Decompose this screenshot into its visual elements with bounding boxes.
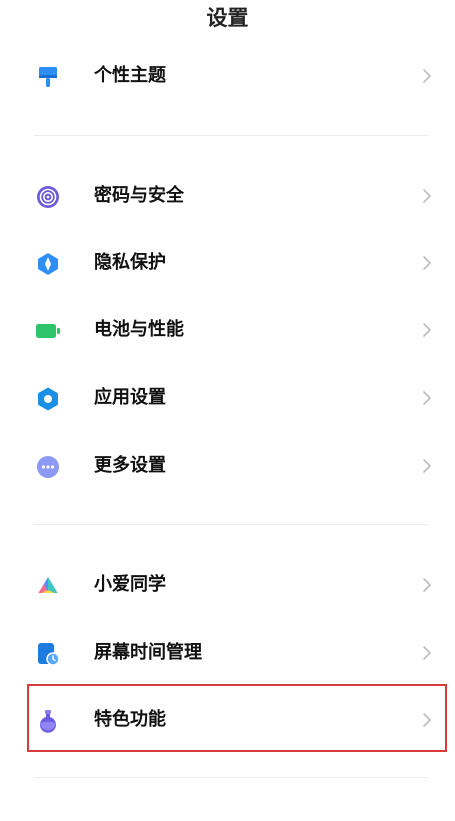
chevron-right-icon: [423, 578, 431, 592]
screen-time-icon: [38, 643, 60, 666]
chevron-right-icon: [423, 391, 431, 405]
page-title: 设置: [206, 6, 249, 30]
section-divider: [34, 135, 428, 136]
section-divider: [34, 524, 428, 525]
settings-item-label: 屏幕时间管理: [94, 642, 202, 663]
xiaoai-icon: [38, 577, 58, 593]
settings-item-battery-performance[interactable]: 电池与性能: [0, 300, 455, 360]
settings-item-xiaoai[interactable]: 小爱同学: [0, 555, 455, 615]
battery-icon: [36, 324, 60, 338]
settings-item-more-settings[interactable]: 更多设置: [0, 436, 455, 496]
section-divider: [34, 777, 428, 778]
paint-brush-icon: [39, 67, 57, 87]
fingerprint-icon: [37, 186, 59, 208]
settings-item-label: 隐私保护: [94, 252, 166, 273]
settings-item-label: 应用设置: [94, 387, 166, 408]
privacy-shield-icon: [38, 253, 58, 275]
more-dots-icon: [37, 456, 59, 478]
settings-item-privacy[interactable]: 隐私保护: [0, 233, 455, 293]
chevron-right-icon: [423, 646, 431, 660]
chevron-right-icon: [423, 459, 431, 473]
settings-item-label: 电池与性能: [94, 319, 184, 340]
highlight-annotation-box: [27, 684, 447, 752]
chevron-right-icon: [423, 323, 431, 337]
chevron-right-icon: [423, 69, 431, 83]
settings-item-label: 个性主题: [94, 65, 166, 86]
chevron-right-icon: [423, 256, 431, 270]
chevron-right-icon: [423, 189, 431, 203]
gear-icon: [38, 387, 58, 411]
settings-item-screen-time[interactable]: 屏幕时间管理: [0, 623, 455, 683]
settings-item-label: 更多设置: [94, 455, 166, 476]
settings-item-app-settings[interactable]: 应用设置: [0, 368, 455, 428]
settings-item-password-security[interactable]: 密码与安全: [0, 166, 455, 226]
settings-item-label: 密码与安全: [94, 185, 184, 206]
settings-item-theme[interactable]: 个性主题: [0, 46, 455, 106]
settings-item-label: 小爱同学: [94, 574, 166, 595]
